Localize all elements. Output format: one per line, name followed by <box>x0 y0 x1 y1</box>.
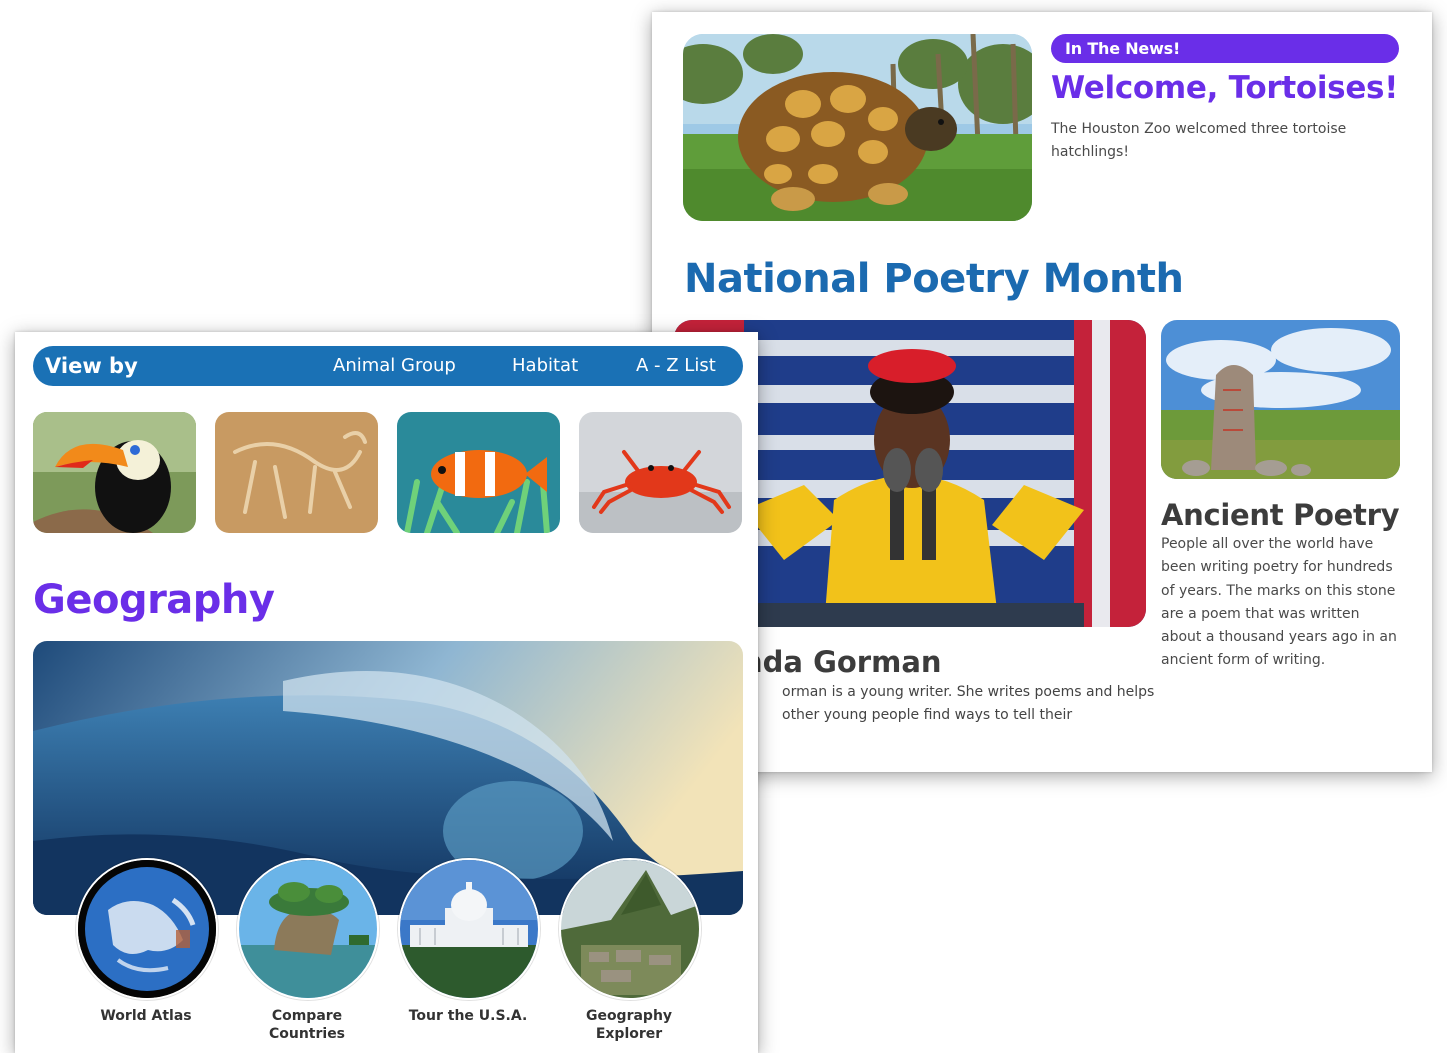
feature-name[interactable]: nda Gorman <box>742 645 942 679</box>
news-description: The Houston Zoo welcomed three tortoise … <box>1051 121 1347 160</box>
geo-label: Tour the U.S.A. <box>408 1008 528 1024</box>
clownfish-thumbnail[interactable] <box>397 412 560 533</box>
news-title[interactable]: Welcome, Tortoises! <box>1051 70 1398 106</box>
nav-a-z-list[interactable]: A - Z List <box>636 346 716 386</box>
crab-thumbnail[interactable] <box>579 412 742 533</box>
earth-globe-icon <box>76 858 218 1000</box>
rock-island-icon <box>237 858 379 1000</box>
machu-picchu-icon <box>559 858 701 1000</box>
geo-label: Compare Countries <box>268 1008 346 1042</box>
runestone-image[interactable] <box>1161 320 1400 479</box>
poetry-news-page: In The News! Welcome, Tortoises! The Hou… <box>652 12 1432 772</box>
feature-description: orman is a young writer. She writes poem… <box>782 684 1155 723</box>
nav-animal-group[interactable]: Animal Group <box>333 346 456 386</box>
ancient-poetry-title[interactable]: Ancient Poetry <box>1161 498 1400 532</box>
animals-geography-page: View by Animal Group Habitat A - Z List <box>15 332 758 1053</box>
news-badge: In The News! <box>1051 34 1399 63</box>
tortoise-image[interactable] <box>683 34 1032 221</box>
nav-habitat[interactable]: Habitat <box>512 346 578 386</box>
geo-label: World Atlas <box>100 1008 192 1024</box>
geo-item-compare-countries[interactable]: Compare Countries <box>237 858 379 1043</box>
toucan-thumbnail[interactable] <box>33 412 196 533</box>
capitol-building-icon <box>398 858 540 1000</box>
geo-item-tour-usa[interactable]: Tour the U.S.A. <box>398 858 540 1025</box>
geo-label: Geography Explorer <box>585 1008 673 1042</box>
ancient-poetry-description: People all over the world have been writ… <box>1161 536 1397 669</box>
geography-heading: Geography <box>33 577 275 623</box>
fossil-thumbnail[interactable] <box>215 412 378 533</box>
poetry-section-heading: National Poetry Month <box>684 256 1184 302</box>
view-by-nav: View by Animal Group Habitat A - Z List <box>33 346 743 386</box>
view-by-label: View by <box>45 354 138 378</box>
geo-item-world-atlas[interactable]: World Atlas <box>76 858 218 1025</box>
geo-item-geography-explorer[interactable]: Geography Explorer <box>559 858 701 1043</box>
